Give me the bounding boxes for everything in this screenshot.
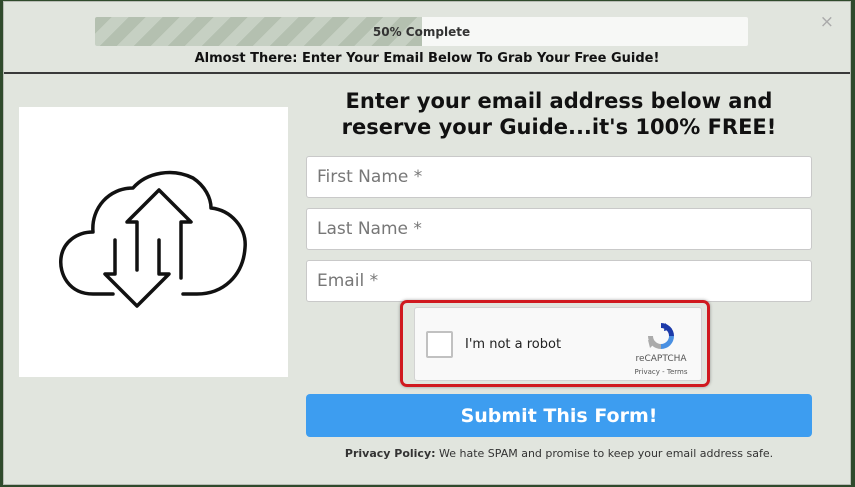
modal-header: 50% Complete × Almost There: Enter Your … <box>4 2 850 74</box>
recaptcha-label: I'm not a robot <box>465 337 562 352</box>
form-headline: Enter your email address below and reser… <box>341 89 777 139</box>
progress-bar: 50% Complete <box>95 17 748 46</box>
recaptcha-brand: reCAPTCHA <box>635 354 687 364</box>
recaptcha-widget: I'm not a robot reCAPTCHA Privacy - Term… <box>414 307 702 381</box>
guide-image <box>19 107 288 377</box>
recaptcha-privacy-terms-link[interactable]: Privacy - Terms <box>624 368 698 376</box>
submit-button[interactable]: Submit This Form! <box>306 394 812 437</box>
recaptcha-checkbox[interactable] <box>426 331 453 358</box>
email-input[interactable] <box>306 260 812 302</box>
optin-modal: 50% Complete × Almost There: Enter Your … <box>3 1 851 485</box>
cloud-up-down-arrows-icon <box>59 170 247 308</box>
modal-subtitle: Almost There: Enter Your Email Below To … <box>194 51 660 66</box>
privacy-policy-label: Privacy Policy: <box>344 447 436 460</box>
close-icon[interactable]: × <box>820 14 834 31</box>
progress-label: 50% Complete <box>372 24 471 39</box>
first-name-input[interactable] <box>306 156 812 198</box>
last-name-input[interactable] <box>306 208 812 250</box>
recaptcha-logo-icon <box>648 323 674 349</box>
privacy-policy-text: We hate SPAM and promise to keep your em… <box>435 447 774 460</box>
privacy-policy-note: Privacy Policy: We hate SPAM and promise… <box>306 447 812 460</box>
